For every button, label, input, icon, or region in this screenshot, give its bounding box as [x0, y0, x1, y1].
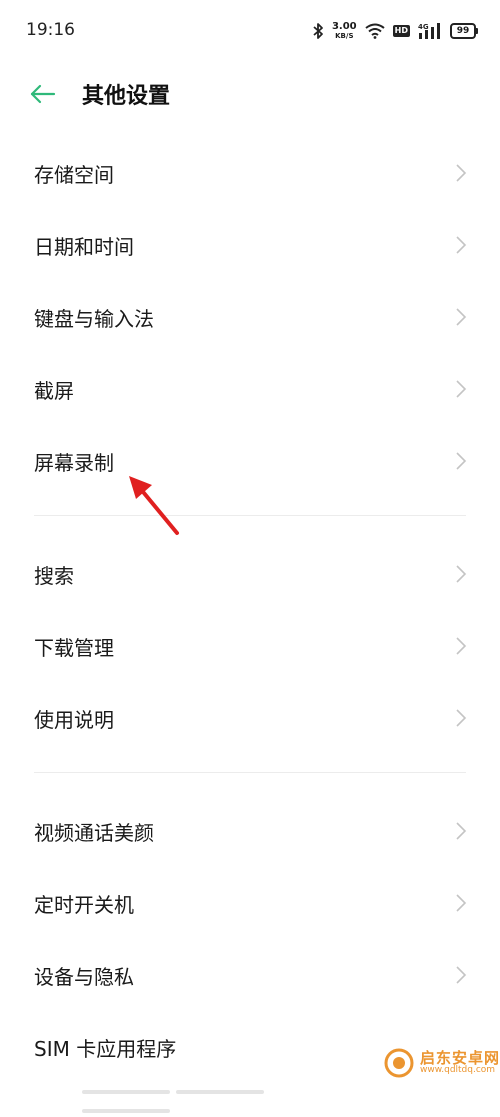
settings-item-scheduled-power[interactable]: 定时开关机 [0, 867, 500, 939]
chevron-right-icon [456, 308, 467, 326]
settings-item-user-guide[interactable]: 使用说明 [0, 682, 500, 754]
chevron-right-icon [456, 822, 467, 840]
settings-item-download-manager[interactable]: 下载管理 [0, 610, 500, 682]
settings-item-label: 搜索 [34, 563, 74, 588]
watermark-text: 启东安卓网 [419, 1048, 500, 1067]
gesture-bar [82, 1079, 362, 1113]
status-bar: 19:16 3.00 KB/S HD 4G 99 [0, 0, 500, 62]
network-speed: 3.00 KB/S [332, 22, 357, 40]
settings-item-device-privacy[interactable]: 设备与隐私 [0, 939, 500, 1011]
settings-item-label: 下载管理 [34, 635, 114, 660]
hd-badge: HD [392, 25, 410, 37]
chevron-right-icon [456, 164, 467, 182]
signal-icon: 4G [418, 23, 440, 39]
group-divider [34, 772, 466, 773]
settings-list: 存储空间 日期和时间 键盘与输入法 截屏 屏幕录制 搜索 下载管理 使用说明 视… [0, 137, 500, 1083]
chevron-right-icon [456, 452, 467, 470]
wifi-icon [365, 23, 385, 39]
group-divider [34, 515, 466, 516]
settings-item-video-call-beauty[interactable]: 视频通话美颜 [0, 795, 500, 867]
network-speed-value: 3.00 [331, 21, 357, 32]
status-icons: 3.00 KB/S HD 4G 99 [312, 18, 478, 44]
battery-icon: 99 [450, 23, 478, 39]
settings-item-label: 定时开关机 [34, 892, 134, 917]
chevron-right-icon [456, 637, 467, 655]
chevron-right-icon [456, 565, 467, 583]
settings-item-label: 屏幕录制 [34, 450, 114, 475]
watermark-logo-icon [384, 1048, 414, 1078]
settings-item-label: SIM 卡应用程序 [34, 1036, 177, 1061]
app-header: 其他设置 [0, 62, 500, 126]
settings-item-label: 视频通话美颜 [34, 820, 154, 845]
chevron-right-icon [456, 380, 467, 398]
settings-item-label: 截屏 [34, 378, 74, 403]
chevron-right-icon [456, 966, 467, 984]
chevron-right-icon [456, 236, 467, 254]
settings-item-label: 存储空间 [34, 162, 114, 187]
settings-item-screen-recording[interactable]: 屏幕录制 [0, 425, 500, 497]
settings-item-keyboard-input[interactable]: 键盘与输入法 [0, 281, 500, 353]
chevron-right-icon [456, 709, 467, 727]
settings-item-storage[interactable]: 存储空间 [0, 137, 500, 209]
settings-item-label: 日期和时间 [34, 234, 134, 259]
settings-item-label: 使用说明 [34, 707, 114, 732]
annotation-arrow-icon [129, 476, 179, 535]
settings-item-label: 设备与隐私 [34, 964, 134, 989]
bluetooth-icon [313, 23, 323, 39]
network-speed-unit: KB/S [335, 32, 354, 40]
settings-item-date-time[interactable]: 日期和时间 [0, 209, 500, 281]
chevron-right-icon [456, 894, 467, 912]
back-arrow-icon[interactable] [28, 80, 58, 108]
watermark-url: www.qdltdq.com [419, 1065, 496, 1076]
settings-item-screenshot[interactable]: 截屏 [0, 353, 500, 425]
watermark: 启东安卓网 www.qdltdq.com [384, 1048, 500, 1078]
status-time: 19:16 [26, 20, 75, 40]
page-title: 其他设置 [82, 84, 171, 109]
signal-label: 4G [418, 23, 429, 31]
settings-item-search[interactable]: 搜索 [0, 538, 500, 610]
settings-item-label: 键盘与输入法 [34, 306, 154, 331]
